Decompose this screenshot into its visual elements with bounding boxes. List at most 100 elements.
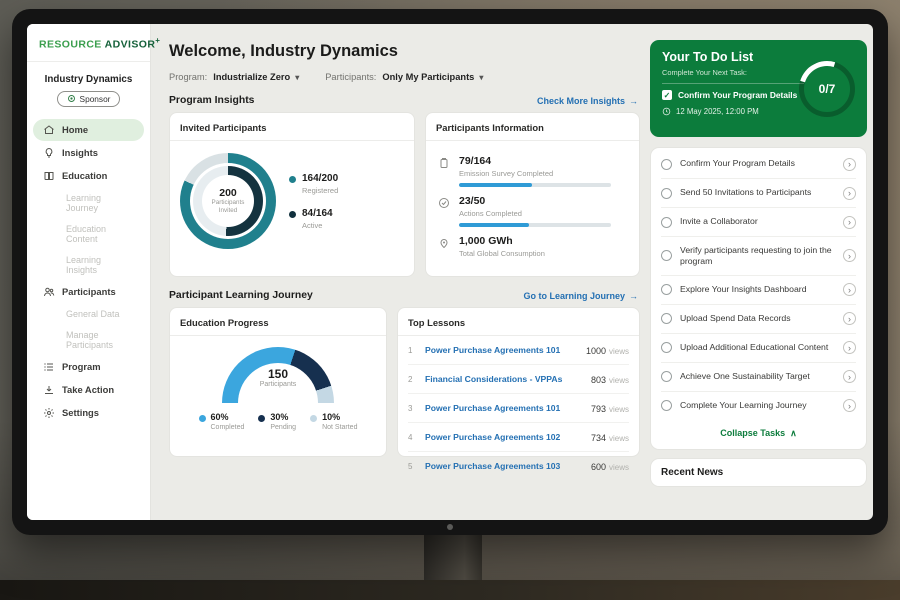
sidebar-item-home[interactable]: Home [33,119,144,141]
collapse-tasks-button[interactable]: Collapse Tasks ∧ [661,420,856,447]
education-progress-card: Education Progress 150 Participants [169,307,387,457]
legend-label: Completed [211,424,245,431]
task-row[interactable]: Send 50 Invitations to Participants › [661,179,856,208]
sidebar-item-take-action[interactable]: Take Action [33,379,144,401]
check-more-insights-link[interactable]: Check More Insights → [537,96,638,106]
lesson-link[interactable]: Financial Considerations - VPPAs [425,374,583,384]
monitor: RESOURCE ADVISOR+ Industry Dynamics Spon… [12,9,888,535]
invited-card-body: 200 Participants Invited 164/200 Registe [170,141,414,261]
sidebar-item-learning-insights[interactable]: Learning Insights [33,250,144,280]
lesson-link[interactable]: Power Purchase Agreements 101 [425,345,578,355]
sidebar-item-learning-journey[interactable]: Learning Journey [33,188,144,218]
program-dropdown[interactable]: Industrialize Zero ▾ [213,72,299,82]
program-insights-header: Program Insights Check More Insights → [169,95,640,106]
sidebar-item-program[interactable]: Program [33,356,144,378]
task-label: Confirm Your Program Details [680,158,835,169]
legend-item-registered: 164/200 Registered [289,173,338,195]
recent-news-title: Recent News [661,467,723,478]
task-row[interactable]: Invite a Collaborator › [661,208,856,237]
lightbulb-icon [43,147,55,159]
lesson-link[interactable]: Power Purchase Agreements 102 [425,432,583,442]
sidebar-item-education[interactable]: Education [33,165,144,187]
chevron-right-icon[interactable]: › [843,249,856,262]
legend-value: 10% [322,412,357,422]
chevron-right-icon[interactable]: › [843,370,856,383]
stat-label: Total Global Consumption [459,249,545,258]
task-label: Upload Additional Educational Content [680,342,835,353]
lesson-views-word: views [609,376,629,385]
sidebar-item-label: Participants [62,286,116,297]
task-checkbox[interactable] [661,400,672,411]
task-checkbox[interactable] [661,284,672,295]
chevron-right-icon[interactable]: › [843,283,856,296]
link-label: Check More Insights [537,96,625,106]
task-label: Explore Your Insights Dashboard [680,284,835,295]
task-row[interactable]: Complete Your Learning Journey › [661,392,856,420]
sidebar-item-insights[interactable]: Insights [33,142,144,164]
stat-label: Emission Survey Completed [459,169,611,178]
section-title: Participant Learning Journey [169,290,313,301]
recent-news-card[interactable]: Recent News [650,458,867,487]
invited-legend: 164/200 Registered 84/164 Active [289,173,338,230]
monitor-logo [447,524,453,530]
logo-primary: RESOURCE [39,39,102,51]
task-checkbox[interactable] [661,159,672,170]
chevron-right-icon[interactable]: › [843,399,856,412]
lesson-link[interactable]: Power Purchase Agreements 103 [425,461,583,471]
task-row[interactable]: Upload Additional Educational Content › [661,334,856,363]
sidebar-item-general-data[interactable]: General Data [33,304,144,324]
main-content: Welcome, Industry Dynamics Program: Indu… [151,24,650,520]
task-label: Verify participants requesting to join t… [680,245,835,268]
todo-summary-card: Your To Do List Complete Your Next Task:… [650,40,867,137]
desk-background: RESOURCE ADVISOR+ Industry Dynamics Spon… [0,0,900,600]
chevron-right-icon[interactable]: › [843,312,856,325]
sidebar-item-label: Manage Participants [66,330,134,350]
todo-panel: Your To Do List Complete Your Next Task:… [650,24,873,520]
program-filter: Program: Industrialize Zero ▾ [169,72,299,82]
task-checkbox[interactable] [661,371,672,382]
sidebar-item-education-content[interactable]: Education Content [33,219,144,249]
legend-label: Not Started [322,424,357,431]
task-label: Upload Spend Data Records [680,313,835,324]
task-checkbox[interactable] [661,313,672,324]
lesson-views-value: 803 [591,375,606,385]
progress-bar [459,223,611,227]
task-label: Achieve One Sustainability Target [680,371,835,382]
chevron-right-icon[interactable]: › [843,158,856,171]
chevron-right-icon[interactable]: › [843,341,856,354]
participants-dropdown[interactable]: Only My Participants ▾ [382,72,483,82]
chevron-right-icon[interactable]: › [843,187,856,200]
info-card-body: 79/164 Emission Survey Completed 23/50 A… [426,141,639,272]
home-icon [43,124,55,136]
learning-journey-header: Participant Learning Journey Go to Learn… [169,290,640,301]
list-icon [43,361,55,373]
sidebar-nav: Home Insights Education Learning Journey [27,119,150,424]
task-row[interactable]: Upload Spend Data Records › [661,305,856,334]
task-row[interactable]: Explore Your Insights Dashboard › [661,276,856,305]
task-checkbox[interactable] [661,342,672,353]
todo-next-task[interactable]: ✓ Confirm Your Program Details [662,83,804,100]
stat-value: 1,000 GWh [459,235,545,247]
task-row[interactable]: Achieve One Sustainability Target › [661,363,856,392]
sidebar-item-participants[interactable]: Participants [33,281,144,303]
insights-cards-row: Invited Participants 200 Participants In… [169,112,640,277]
task-row[interactable]: Verify participants requesting to join t… [661,237,856,276]
task-checkbox[interactable] [661,188,672,199]
task-checkbox[interactable] [661,250,672,261]
lesson-views-word: views [609,405,629,414]
task-row[interactable]: Confirm Your Program Details › [661,150,856,179]
sidebar-item-manage-participants[interactable]: Manage Participants [33,325,144,355]
lesson-row: 4 Power Purchase Agreements 102 734views [408,423,629,452]
lesson-row: 1 Power Purchase Agreements 101 1000view… [408,336,629,365]
task-checkbox[interactable] [661,217,672,228]
sidebar-item-settings[interactable]: Settings [33,402,144,424]
invited-participants-card: Invited Participants 200 Participants In… [169,112,415,277]
progress-bar [459,183,611,187]
lesson-link[interactable]: Power Purchase Agreements 101 [425,403,583,413]
education-card-body: 150 Participants 60% Completed [170,336,386,437]
go-to-learning-journey-link[interactable]: Go to Learning Journey → [523,291,638,301]
lesson-row: 5 Power Purchase Agreements 103 600views [408,452,629,480]
chevron-right-icon[interactable]: › [843,216,856,229]
gear-icon [43,407,55,419]
legend-dot [310,415,317,422]
